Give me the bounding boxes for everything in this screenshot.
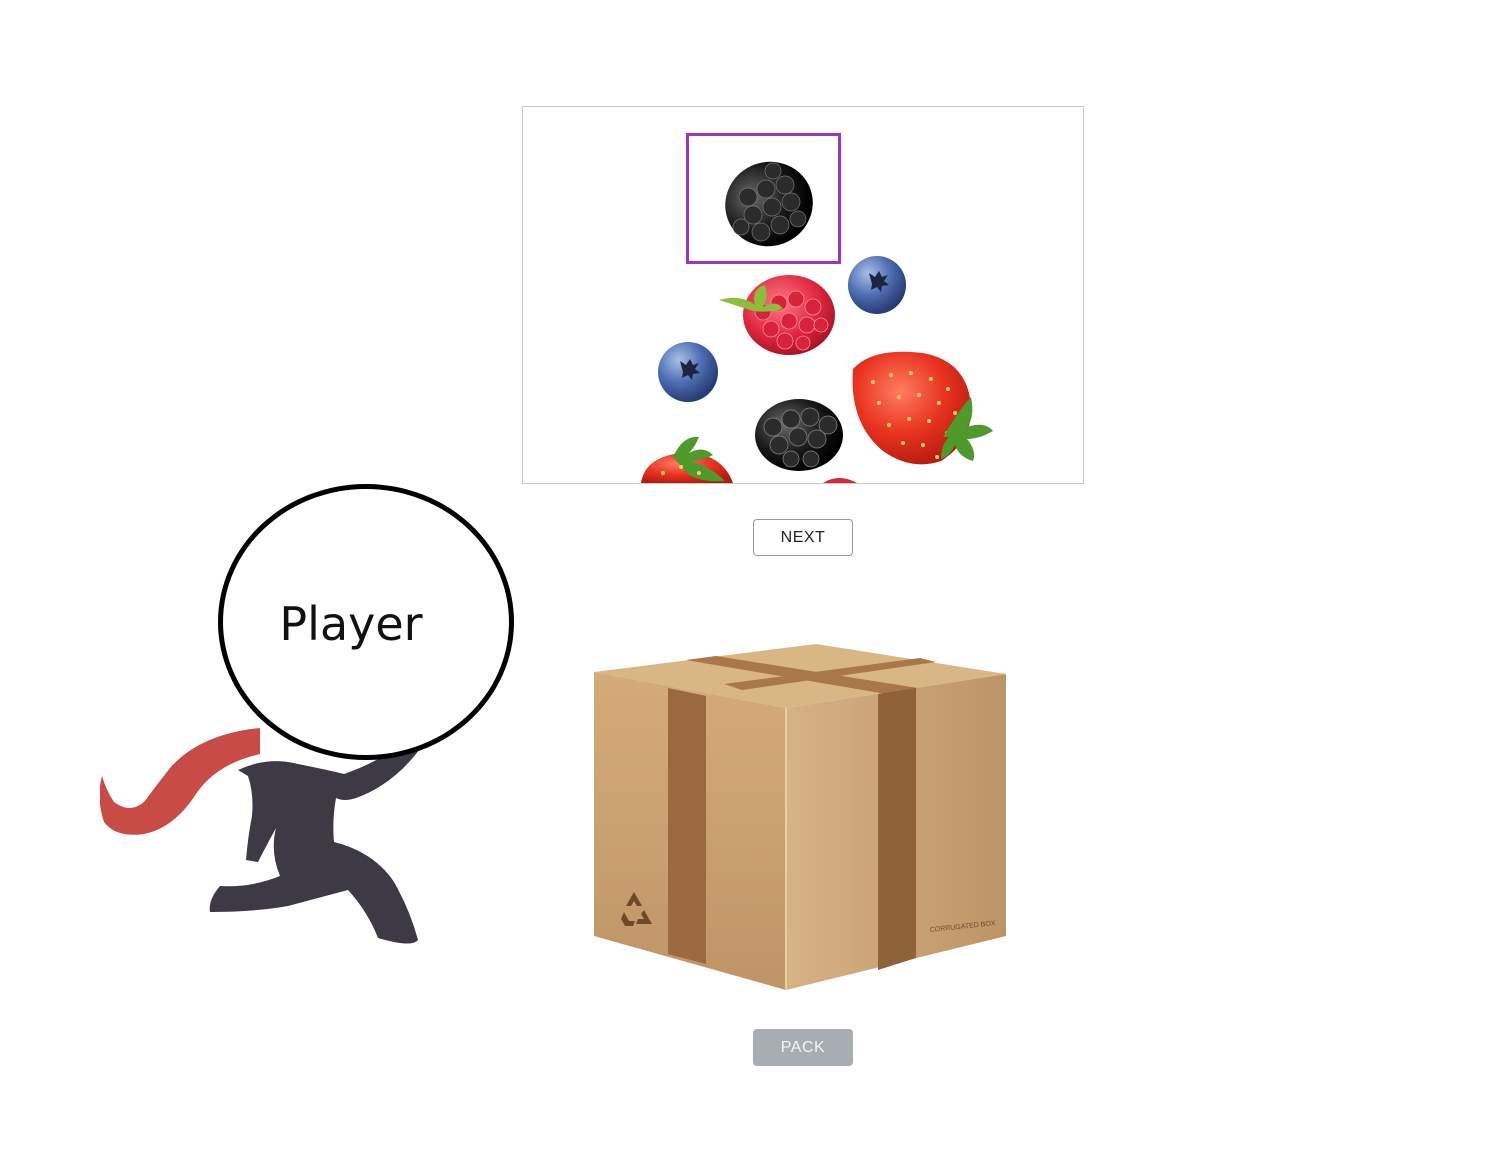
pack-button[interactable]: PACK xyxy=(753,1029,853,1066)
fruit-blueberry[interactable] xyxy=(658,342,718,402)
fruit-strawberry[interactable] xyxy=(852,351,993,465)
fruit-blueberry[interactable] xyxy=(848,256,906,314)
fruit-stage xyxy=(522,106,1084,484)
selection-highlight xyxy=(686,133,841,264)
fruit-raspberry[interactable] xyxy=(719,275,835,355)
fruit-raspberry-partial[interactable] xyxy=(823,478,857,483)
next-button[interactable]: NEXT xyxy=(753,519,853,556)
fruit-strawberry[interactable] xyxy=(641,436,733,483)
player-bubble[interactable]: Player xyxy=(218,484,514,760)
player-label: Player xyxy=(279,597,423,651)
cardboard-box[interactable]: CORRUGATED BOX xyxy=(590,640,1010,995)
runner-body xyxy=(209,729,424,944)
fruit-blackberry[interactable] xyxy=(755,399,843,471)
scarf xyxy=(100,728,260,835)
